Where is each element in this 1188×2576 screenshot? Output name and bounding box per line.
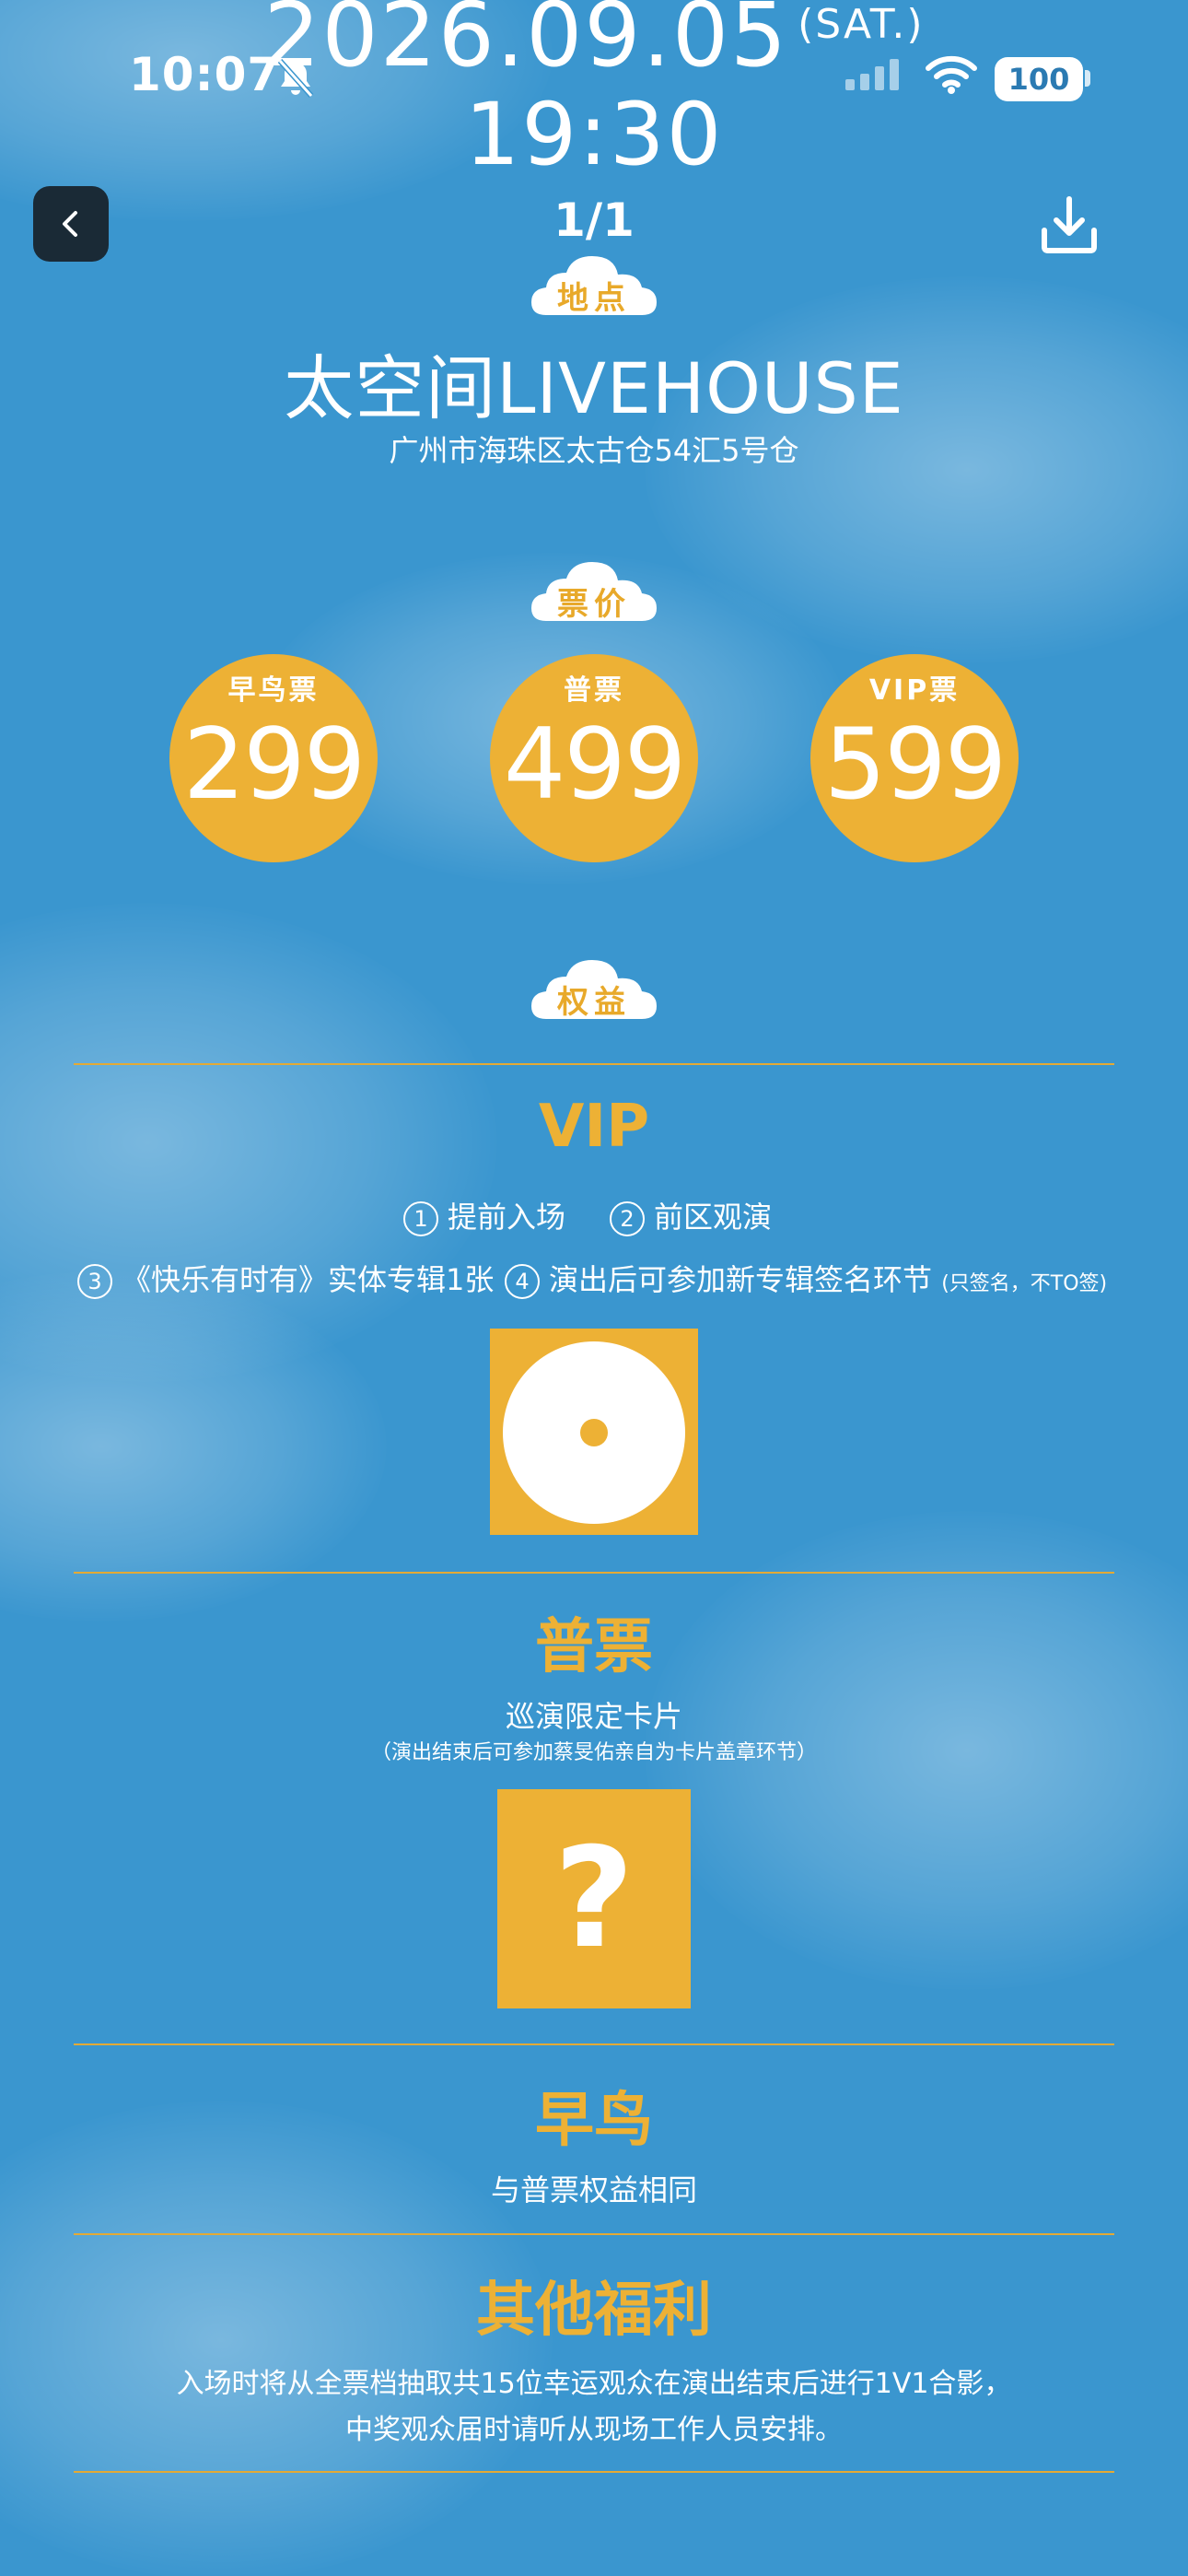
vip-benefit-3: 3 《快乐有时有》实体专辑1张	[77, 1257, 494, 1299]
number-badge: 2	[610, 1201, 645, 1236]
vip-benefit-note: (只签名，不TO签)	[941, 1272, 1108, 1295]
price-vip: VIP票 599	[810, 654, 1019, 862]
card-placeholder-image: ?	[497, 1789, 691, 2008]
divider	[74, 2471, 1114, 2473]
benefits-tag: 权益	[530, 954, 658, 1023]
regular-benefit-note: （演出结束后可参加蔡旻佑亲自为卡片盖章环节）	[370, 1741, 817, 1764]
number-badge: 1	[403, 1201, 438, 1236]
regular-title: 普票	[535, 1613, 653, 1681]
regular-benefit: 巡演限定卡片	[505, 1699, 682, 1734]
divider	[74, 2233, 1114, 2235]
price-tier-label: 早鸟票	[227, 674, 320, 707]
download-button[interactable]	[1037, 193, 1101, 262]
price-tier-label: VIP票	[868, 674, 961, 707]
divider	[74, 1572, 1114, 1574]
event-weekday: (SAT.)	[798, 1, 925, 48]
vip-benefit-4: 4 演出后可参加新专辑签名环节 (只签名，不TO签)	[505, 1257, 1107, 1299]
album-image	[490, 1329, 698, 1535]
vip-benefit-1: 1 提前入场	[403, 1194, 565, 1236]
vip-benefit-text: 前区观演	[654, 1200, 773, 1235]
download-icon	[1042, 196, 1097, 253]
vip-benefit-text: 演出后可参加新专辑签名环节	[549, 1262, 933, 1297]
event-date-value: 2026.09.05	[263, 0, 789, 87]
location-tag-label: 地点	[557, 280, 631, 317]
benefits-tag-label: 权益	[557, 984, 631, 1021]
venue-name: 太空间LIVEHOUSE	[284, 347, 904, 429]
price-regular: 普票 499	[490, 654, 698, 862]
other-benefits-line-2: 中奖观众届时请听从现场工作人员安排。	[345, 2414, 843, 2446]
bell-slash-icon	[274, 57, 317, 103]
wifi-icon	[925, 53, 978, 100]
disc-icon	[503, 1341, 685, 1524]
divider	[74, 1063, 1114, 1065]
price-tier-value: 499	[503, 708, 686, 821]
vip-benefit-2: 2 前区观演	[610, 1194, 772, 1236]
price-tier-label: 普票	[564, 674, 624, 707]
number-badge: 3	[77, 1264, 112, 1299]
pricing-tag: 票价	[530, 556, 658, 625]
signal-icon	[845, 59, 899, 90]
price-early-bird: 早鸟票 299	[169, 654, 378, 862]
page-indicator: 1/1	[553, 193, 635, 247]
venue-address: 广州市海珠区太古仓54汇5号仓	[389, 433, 799, 468]
divider	[74, 2043, 1114, 2045]
status-time: 10:07	[129, 48, 281, 101]
vip-benefit-text: 提前入场	[448, 1200, 566, 1235]
price-tier-value: 599	[823, 708, 1007, 821]
battery-tip	[1085, 70, 1090, 87]
vip-benefit-text: 《快乐有时有》实体专辑1张	[122, 1262, 495, 1297]
vip-title: VIP	[538, 1093, 650, 1161]
early-bird-title: 早鸟	[535, 2087, 653, 2155]
pricing-tag-label: 票价	[557, 586, 631, 623]
price-tier-value: 299	[182, 708, 366, 821]
early-bird-benefit: 与普票权益相同	[490, 2172, 697, 2207]
location-tag: 地点	[530, 251, 658, 319]
other-benefits-line-1: 入场时将从全票档抽取共15位幸运观众在演出结束后进行1V1合影，	[176, 2368, 1012, 2400]
battery-indicator: 100	[995, 57, 1083, 101]
other-benefits-title: 其他福利	[476, 2277, 712, 2345]
number-badge: 4	[505, 1264, 540, 1299]
